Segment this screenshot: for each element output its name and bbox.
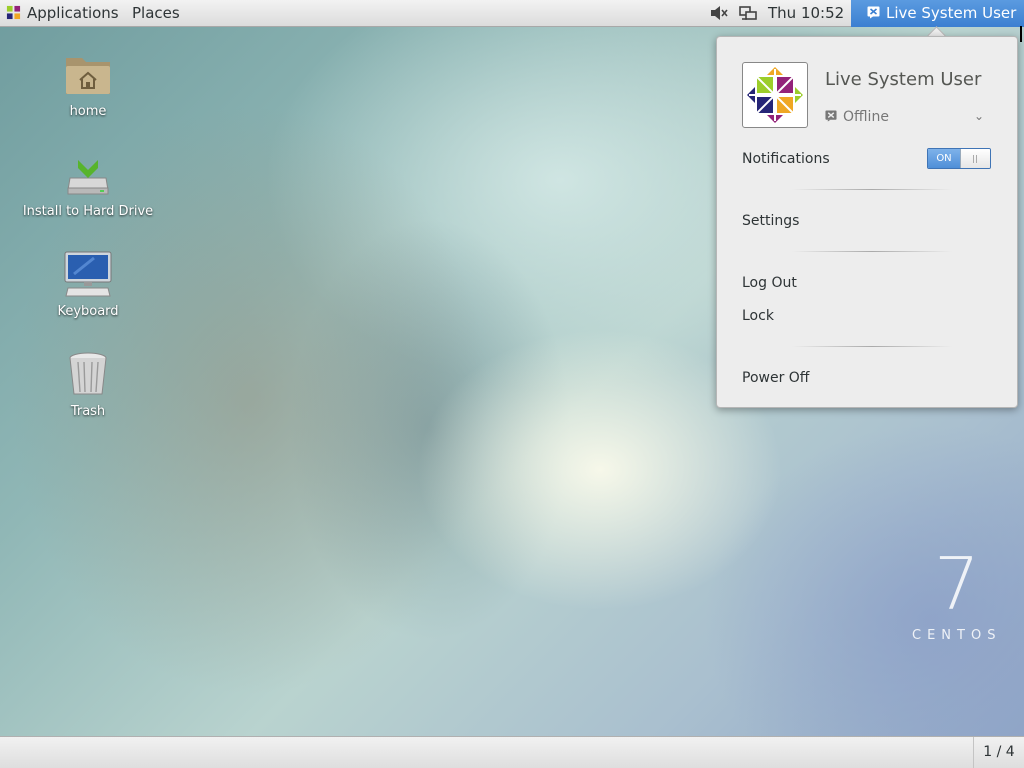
centos-version-watermark: 7 <box>934 542 980 626</box>
keyboard-monitor-icon <box>64 251 112 297</box>
separator <box>792 251 952 252</box>
applications-label: Applications <box>27 4 119 22</box>
home-folder-icon <box>66 58 110 94</box>
bottom-panel: 1 / 4 <box>0 736 1024 768</box>
centos-logo-icon <box>747 67 803 123</box>
applications-menu[interactable]: Applications <box>6 0 119 27</box>
volume-muted-icon[interactable] <box>710 0 730 27</box>
offline-status-icon <box>867 6 880 19</box>
separator <box>792 189 952 190</box>
desktop-icon-keyboard[interactable]: Keyboard <box>13 250 163 319</box>
top-panel: Applications Places Thu 10:52 Live Syste… <box>0 0 1024 27</box>
desktop-icon-label: home <box>69 104 107 119</box>
desktop-icon-label: Keyboard <box>57 304 119 319</box>
toggle-on-label: ON <box>928 149 960 168</box>
workspace-switcher[interactable]: 1 / 4 <box>973 737 1024 768</box>
notifications-toggle[interactable]: ON <box>927 148 991 169</box>
user-menu-popup: Live System User Offline ⌄ Notifications… <box>716 36 1018 408</box>
lock-menu-item[interactable]: Lock <box>742 308 774 324</box>
install-drive-icon <box>67 160 109 195</box>
chevron-down-icon: ⌄ <box>973 109 984 123</box>
presence-label: Offline <box>843 109 889 125</box>
desktop[interactable]: Applications Places Thu 10:52 Live Syste… <box>0 0 1024 768</box>
notifications-label: Notifications <box>742 151 830 167</box>
offline-status-icon <box>825 110 837 122</box>
log-out-menu-item[interactable]: Log Out <box>742 275 797 291</box>
avatar[interactable] <box>742 62 808 128</box>
places-menu[interactable]: Places <box>132 0 180 27</box>
centos-brand-watermark: CENTOS <box>912 628 1002 643</box>
desktop-icon-install-to-hard-drive[interactable]: Install to Hard Drive <box>13 150 163 219</box>
user-menu-button[interactable]: Live System User <box>851 0 1024 27</box>
trash-icon <box>69 352 107 395</box>
presence-dropdown[interactable]: Offline ⌄ <box>825 109 990 125</box>
toggle-knob[interactable] <box>960 149 990 168</box>
settings-menu-item[interactable]: Settings <box>742 213 799 229</box>
power-off-menu-item[interactable]: Power Off <box>742 370 809 386</box>
mouse-cursor <box>1020 26 1022 42</box>
user-menu-label: Live System User <box>886 4 1017 22</box>
centos-logo-icon <box>6 5 21 20</box>
clock[interactable]: Thu 10:52 <box>768 0 844 27</box>
desktop-icon-label: Install to Hard Drive <box>22 204 154 219</box>
desktop-icon-home[interactable]: home <box>13 50 163 119</box>
popup-username: Live System User <box>825 69 982 90</box>
separator <box>792 346 952 347</box>
network-icon[interactable] <box>739 0 759 27</box>
desktop-icon-label: Trash <box>70 404 106 419</box>
desktop-icon-trash[interactable]: Trash <box>13 350 163 419</box>
